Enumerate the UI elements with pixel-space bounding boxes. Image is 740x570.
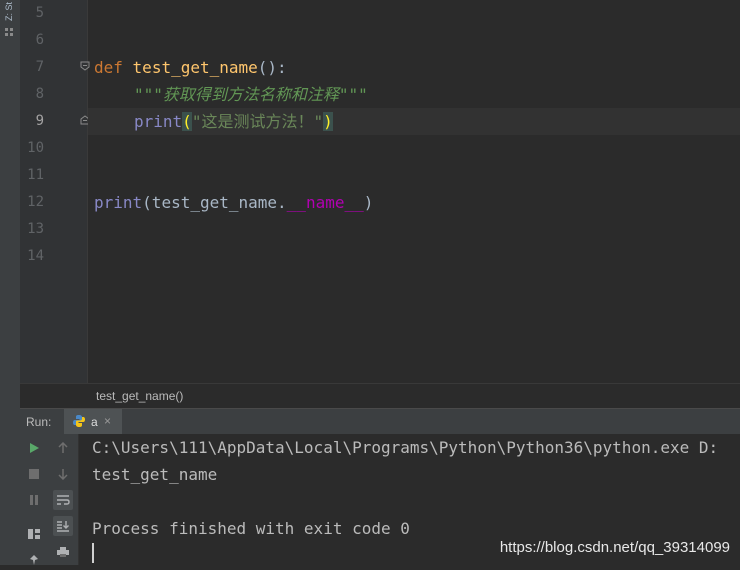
run-toolbar-secondary bbox=[48, 434, 79, 565]
call-open: (test_get_name. bbox=[142, 193, 287, 212]
run-label: Run: bbox=[26, 415, 52, 429]
console-line: test_get_name bbox=[92, 465, 218, 484]
builtin-print: print bbox=[134, 112, 183, 131]
soft-wrap-icon bbox=[57, 495, 70, 505]
dunder-name: __name__ bbox=[286, 193, 364, 212]
string-literal: "这是测试方法！" bbox=[191, 112, 324, 131]
pin-button[interactable] bbox=[24, 550, 44, 570]
console-line: C:\Users\111\AppData\Local\Programs\Pyth… bbox=[92, 438, 719, 457]
breadcrumb-bar: test_get_name() bbox=[20, 383, 740, 409]
code-line-8[interactable]: """获取得到方法名称和注释""" bbox=[134, 81, 368, 108]
code-line-12[interactable]: print(test_get_name.__name__) bbox=[94, 189, 373, 216]
line-number: 10 bbox=[27, 140, 44, 156]
scroll-to-end-toggle[interactable] bbox=[53, 516, 73, 536]
printer-icon bbox=[57, 547, 69, 557]
line-number: 5 bbox=[35, 5, 44, 21]
scroll-to-end-icon bbox=[57, 521, 69, 532]
breadcrumb[interactable]: test_get_name() bbox=[96, 389, 183, 403]
layout-button[interactable] bbox=[24, 524, 44, 544]
structure-tab-label[interactable]: Z: St bbox=[4, 2, 14, 21]
stop-button[interactable] bbox=[24, 464, 44, 484]
docstring: """获取得到方法名称和注释""" bbox=[134, 85, 368, 104]
run-tab-name: a bbox=[91, 415, 98, 429]
line-number: 7 bbox=[35, 59, 44, 75]
keyword-def: def bbox=[94, 58, 123, 77]
line-number: 14 bbox=[27, 248, 44, 264]
function-name: test_get_name bbox=[132, 58, 258, 77]
soft-wrap-toggle[interactable] bbox=[53, 490, 73, 510]
grip-icon bbox=[5, 28, 13, 36]
scroll-up-button[interactable] bbox=[53, 438, 73, 458]
arrow-down-icon bbox=[58, 469, 68, 480]
print-button[interactable] bbox=[53, 542, 73, 562]
line-number: 8 bbox=[35, 86, 44, 102]
python-icon bbox=[73, 415, 85, 427]
line-number: 13 bbox=[27, 221, 44, 237]
rerun-button[interactable] bbox=[24, 438, 44, 458]
call-close: ) bbox=[363, 193, 374, 212]
console-caret bbox=[92, 543, 94, 563]
pause-icon bbox=[30, 495, 38, 505]
matched-close-paren: ) bbox=[323, 112, 333, 131]
layout-icon bbox=[28, 529, 40, 539]
line-number: 12 bbox=[27, 194, 44, 210]
builtin-print: print bbox=[94, 193, 143, 212]
arrow-up-icon bbox=[58, 442, 68, 453]
line-number: 11 bbox=[27, 167, 44, 183]
function-params: (): bbox=[257, 58, 287, 77]
stop-icon bbox=[29, 469, 39, 479]
console-line: Process finished with exit code 0 bbox=[92, 519, 410, 538]
code-editor[interactable]: def test_get_name(): """获取得到方法名称和注释""" p… bbox=[88, 0, 740, 383]
scroll-down-button[interactable] bbox=[53, 464, 73, 484]
structure-side-strip[interactable]: Z: St bbox=[0, 0, 21, 408]
code-line-7[interactable]: def test_get_name(): bbox=[94, 54, 287, 81]
pin-icon bbox=[30, 555, 38, 565]
run-panel-header: Run: a × bbox=[20, 408, 740, 437]
left-tool-strip bbox=[0, 408, 20, 565]
line-number-gutter[interactable]: 5 6 7 8 9 10 11 12 13 14 bbox=[20, 0, 88, 383]
matched-open-paren: ( bbox=[182, 112, 192, 131]
pause-button[interactable] bbox=[24, 490, 44, 510]
watermark-text: https://blog.csdn.net/qq_39314099 bbox=[499, 539, 730, 556]
close-icon[interactable]: × bbox=[104, 414, 111, 428]
run-toolbar-primary bbox=[20, 434, 48, 565]
run-tab-a[interactable]: a × bbox=[64, 409, 122, 437]
code-line-9[interactable]: print("这是测试方法！") bbox=[134, 108, 333, 135]
play-icon bbox=[30, 443, 39, 453]
line-number: 6 bbox=[35, 32, 44, 48]
line-number-active: 9 bbox=[35, 113, 44, 129]
